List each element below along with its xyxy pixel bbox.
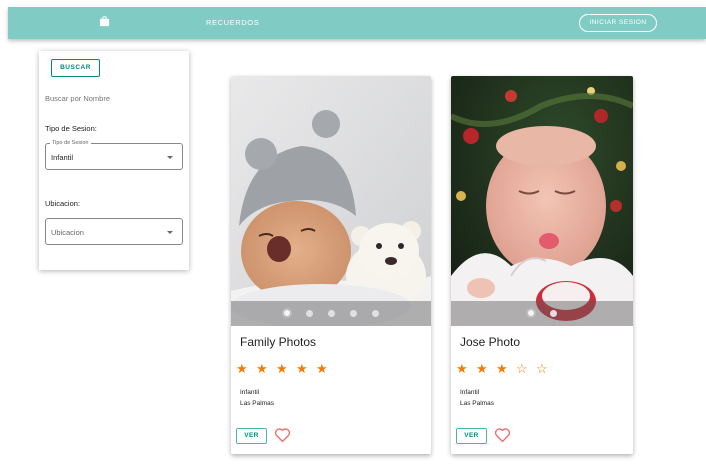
photo-card: Jose Photo ★★★☆☆ Infantil Las Palmas VER <box>451 76 633 454</box>
star-icon: ★ <box>456 361 476 376</box>
app-bar: RECUERDOS INICIAR SESION <box>8 7 706 39</box>
carousel-dot[interactable] <box>372 310 379 317</box>
star-outline-icon: ☆ <box>536 361 556 376</box>
card-location: Las Palmas <box>240 400 274 407</box>
star-rating: ★★★☆☆ <box>456 361 556 377</box>
login-button[interactable]: INICIAR SESION <box>579 14 657 32</box>
baby-photo-image <box>451 76 633 326</box>
card-location: Las Palmas <box>460 400 494 407</box>
shopping-bag-icon[interactable] <box>99 16 110 27</box>
location-label: Ubicacion: <box>45 199 81 208</box>
star-rating: ★★★★★ <box>236 361 336 377</box>
star-icon: ★ <box>496 361 516 376</box>
dropdown-arrow-icon <box>167 156 173 159</box>
star-icon: ★ <box>476 361 496 376</box>
card-category: Infantil <box>460 389 480 396</box>
session-type-floating-label: Tipo de Sesion <box>50 140 91 146</box>
carousel-dot[interactable] <box>306 310 313 317</box>
session-type-value: Infantil <box>51 153 74 162</box>
session-type-label: Tipo de Sesion: <box>45 124 97 133</box>
star-outline-icon: ☆ <box>516 361 536 376</box>
photo-card: Family Photos ★★★★★ Infantil Las Palmas … <box>231 76 431 454</box>
location-placeholder: Ubicacion <box>51 228 84 237</box>
heart-icon[interactable] <box>494 427 511 443</box>
carousel-dot[interactable] <box>526 308 536 318</box>
location-select[interactable]: Ubicacion <box>45 218 183 245</box>
view-button[interactable]: VER <box>236 428 267 444</box>
heart-icon[interactable] <box>274 427 291 443</box>
dropdown-arrow-icon <box>167 231 173 234</box>
carousel-indicators <box>451 301 633 326</box>
card-title: Family Photos <box>240 335 317 349</box>
carousel-dot[interactable] <box>328 310 335 317</box>
carousel-indicators <box>231 301 431 326</box>
card-title: Jose Photo <box>460 335 521 349</box>
star-icon: ★ <box>256 361 276 376</box>
carousel-dot[interactable] <box>550 310 557 317</box>
view-button[interactable]: VER <box>456 428 487 444</box>
star-icon: ★ <box>236 361 256 376</box>
baby-photo-image <box>231 76 431 326</box>
star-icon: ★ <box>276 361 296 376</box>
star-icon: ★ <box>316 361 336 376</box>
session-type-select[interactable]: Tipo de Sesion Infantil <box>45 140 183 170</box>
carousel-dot[interactable] <box>282 308 292 318</box>
star-icon: ★ <box>296 361 316 376</box>
card-photo-carousel[interactable] <box>451 76 633 326</box>
search-button[interactable]: BUSCAR <box>51 59 100 77</box>
card-photo-carousel[interactable] <box>231 76 431 326</box>
filter-panel: BUSCAR Buscar por Nombre Tipo de Sesion:… <box>39 51 189 270</box>
nav-recuerdos[interactable]: RECUERDOS <box>206 18 259 27</box>
card-category: Infantil <box>240 389 260 396</box>
carousel-dot[interactable] <box>350 310 357 317</box>
search-by-name-field[interactable]: Buscar por Nombre <box>45 94 110 103</box>
